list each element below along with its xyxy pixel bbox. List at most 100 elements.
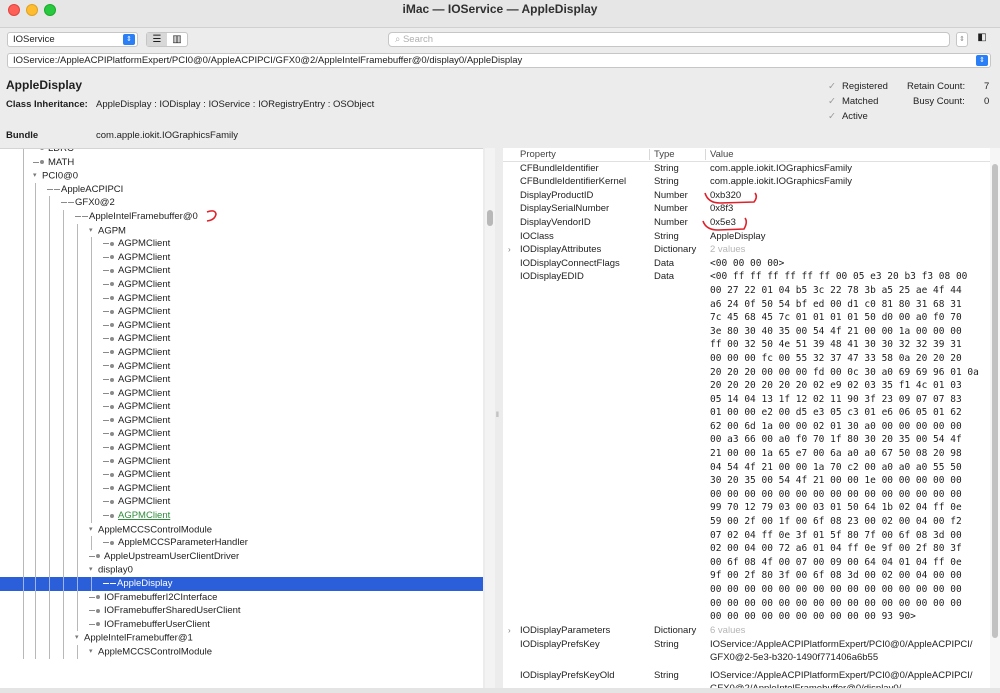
edid-hex-line: 00 00 00 fc 00 55 32 37 47 33 58 0a 20 2…	[710, 352, 962, 364]
tree-connector-icon	[103, 351, 109, 353]
toolbar: IOService ⇕ ☰ ▥ ⌕ Search ⇕ ◧	[0, 28, 1000, 51]
property-row[interactable]: › IODisplayAttributes Dictionary 2 values	[503, 243, 990, 257]
split-view-divider[interactable]: ‖	[495, 148, 503, 688]
property-row[interactable]: IODisplayConnectFlags Data <00 00 00 00>	[503, 257, 990, 271]
leaf-node-icon	[110, 323, 114, 328]
tree-row[interactable]: GFX0@2	[0, 196, 483, 210]
tree-row-label: PCI0@0	[42, 170, 79, 182]
property-row[interactable]: IODisplayEDID Data <00 ff ff ff ff ff ff 0…	[503, 270, 990, 624]
tree-row[interactable]: AppleMCCSParameterHandler	[0, 536, 483, 550]
tree-row[interactable]: AGPMClient	[0, 359, 483, 374]
inheritance-value: AppleDisplay : IODisplay : IOService : I…	[96, 99, 375, 110]
tree-row[interactable]: AGPMClient	[0, 386, 483, 401]
tree-row[interactable]: IOFramebufferI2CInterface	[0, 590, 483, 605]
tree-row-label: AGPMClient	[118, 265, 171, 277]
scroll-thumb[interactable]	[992, 164, 998, 638]
properties-table[interactable]: Property Type Value CFBundleIdentifier St…	[503, 148, 990, 688]
tree-row[interactable]: AGPMClient	[0, 454, 483, 469]
tree-row[interactable]: AGPMClient	[0, 318, 483, 333]
property-row[interactable]: IODisplayPrefsKey String IOService:/AppleA…	[503, 638, 990, 665]
property-row[interactable]: IODisplayPrefsKeyOld String IOService:/App…	[503, 669, 990, 688]
tree-row[interactable]: AGPMClient	[0, 264, 483, 278]
inspector-toggle-icon[interactable]: ◧	[974, 32, 990, 47]
tree-row[interactable]: AGPMClient	[0, 237, 483, 251]
tree-row[interactable]: ▾ AppleIntelFramebuffer@1	[0, 631, 483, 645]
tree-row[interactable]: ▾ AppleMCCSControlModule	[0, 522, 483, 537]
tree-row[interactable]: AppleIntelFramebuffer@0	[0, 209, 483, 224]
tree-row[interactable]: IOFramebufferUserClient	[0, 617, 483, 632]
column-header-type[interactable]: Type	[654, 148, 675, 162]
tree-row-label: IOFramebufferI2CInterface	[104, 591, 218, 603]
tree-row[interactable]: AGPMClient	[0, 332, 483, 346]
list-view-icon[interactable]: ☰	[147, 33, 167, 46]
tree-row-label: LDRC	[48, 148, 74, 154]
view-mode-segmented-control[interactable]: ☰ ▥	[146, 32, 188, 47]
tree-row[interactable]: MATH	[0, 155, 483, 170]
disclosure-open-icon[interactable]: ▾	[89, 563, 98, 577]
properties-scrollbar[interactable]	[990, 148, 1000, 688]
tree-row-label: AGPMClient	[118, 510, 171, 522]
plane-select[interactable]: IOService ⇕	[7, 32, 138, 47]
tree-row[interactable]: AGPMClient	[0, 481, 483, 496]
class-name: AppleDisplay	[6, 78, 83, 92]
tree-row[interactable]: AGPMClient	[0, 400, 483, 414]
leaf-node-icon	[96, 622, 100, 627]
tree-row[interactable]: AGPMClient	[0, 468, 483, 482]
disclosure-open-icon[interactable]: ▾	[75, 631, 84, 645]
search-field[interactable]: ⌕ Search	[388, 32, 950, 47]
select-chevron-icon: ⇕	[123, 34, 135, 45]
property-value: 0x5e3	[710, 216, 736, 228]
property-value: 6 values	[710, 624, 746, 636]
property-row[interactable]: CFBundleIdentifierKernel String com.apple.…	[503, 175, 990, 189]
property-row[interactable]: › IODisplayParameters Dictionary 6 values	[503, 624, 990, 638]
tree-row[interactable]: AGPMClient	[0, 277, 483, 292]
property-row[interactable]: CFBundleIdentifier String com.apple.iokit.…	[503, 162, 990, 176]
leaf-node-icon	[110, 472, 114, 477]
leaf-node-icon	[96, 595, 100, 600]
tree-row[interactable]: AGPMClient	[0, 291, 483, 306]
registry-tree[interactable]: LDRC MATH ▾ PCI0@0 AppleACPIPCI GFX0@2 AppleIn…	[0, 148, 483, 688]
tree-row[interactable]: ▾ PCI0@0	[0, 169, 483, 183]
tree-scrollbar[interactable]	[485, 148, 495, 688]
tree-row[interactable]: ▾ AppleMCCSControlModule	[0, 644, 483, 659]
tree-row[interactable]: AGPMClient	[0, 413, 483, 428]
tree-row[interactable]: AGPMClient	[0, 345, 483, 360]
tree-row[interactable]: AppleACPIPCI	[0, 182, 483, 197]
disclosure-open-icon[interactable]: ▾	[89, 224, 98, 238]
property-row[interactable]: DisplaySerialNumber Number 0x8f3	[503, 202, 990, 216]
disclosure-open-icon[interactable]: ▾	[89, 523, 98, 537]
edid-hex-line: 02 00 04 00 72 a6 01 04 ff 0e 9f 00 2f 8…	[710, 543, 962, 555]
tree-row-label: AppleDisplay	[117, 578, 173, 589]
tree-row[interactable]: ▾ display0	[0, 563, 483, 577]
property-value: AppleDisplay	[710, 230, 766, 242]
tree-row[interactable]: AGPMClient	[0, 305, 483, 319]
disclosure-closed-icon[interactable]: ›	[508, 624, 511, 638]
tree-row[interactable]: AppleUpstreamUserClientDriver	[0, 549, 483, 564]
disclosure-open-icon[interactable]: ▾	[89, 645, 98, 659]
path-select[interactable]: IOService:/AppleACPIPlatformExpert/PCI0@…	[7, 53, 991, 68]
disclosure-closed-icon[interactable]: ›	[508, 243, 511, 257]
tree-row[interactable]: AppleDisplay	[0, 577, 483, 591]
tree-row[interactable]: AGPMClient	[0, 441, 483, 455]
scroll-thumb[interactable]	[487, 210, 493, 226]
tree-row[interactable]: AGPMClient	[0, 250, 483, 265]
leaf-node-icon	[110, 486, 114, 491]
tree-row[interactable]: IOFramebufferSharedUserClient	[0, 604, 483, 618]
property-type: Dictionary	[654, 244, 697, 256]
column-header-value[interactable]: Value	[710, 148, 734, 162]
column-header-property[interactable]: Property	[520, 148, 556, 162]
tree-row[interactable]: ▾ AGPM	[0, 223, 483, 238]
tree-row-label: MATH	[48, 156, 75, 168]
property-row[interactable]: DisplayProductID Number 0xb320	[503, 189, 990, 203]
tree-row[interactable]: LDRC	[0, 148, 483, 156]
tree-row[interactable]: AGPMClient	[0, 427, 483, 442]
tree-row[interactable]: AGPMClient	[0, 495, 483, 510]
property-row[interactable]: DisplayVendorID Number 0x5e3	[503, 216, 990, 230]
property-row[interactable]: IOClass String AppleDisplay	[503, 230, 990, 244]
disclosure-open-icon[interactable]: ▾	[33, 169, 42, 183]
column-view-icon[interactable]: ▥	[167, 33, 187, 46]
edid-hex-line: 00 00 00 00 00 00 00 00 00 00 00 00 00 0…	[710, 488, 962, 500]
search-history-stepper[interactable]: ⇕	[956, 32, 968, 47]
tree-row[interactable]: AGPMClient	[0, 509, 483, 523]
tree-row[interactable]: AGPMClient	[0, 373, 483, 387]
